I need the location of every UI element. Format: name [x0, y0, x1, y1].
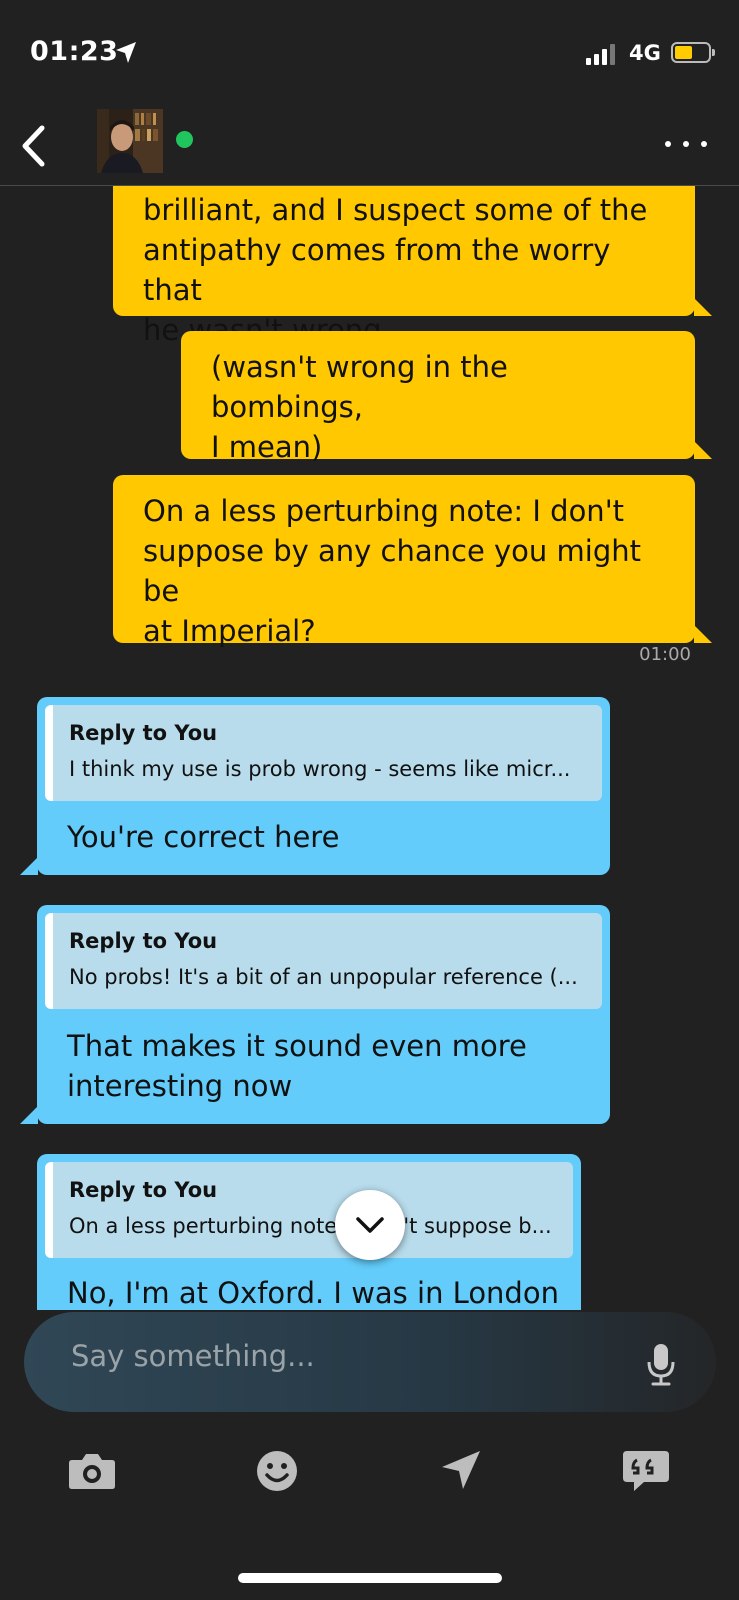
reply-quote[interactable]: Reply to You On a less perturbing note: … — [45, 1162, 573, 1258]
message-text-line: brilliant, and I suspect some of the — [143, 193, 648, 227]
online-status-indicator — [176, 131, 193, 148]
message-text-line: antipathy comes from the worry that — [143, 233, 611, 307]
message-text-line: interesting now — [67, 1069, 293, 1103]
location-arrow-icon — [116, 42, 136, 63]
emoji-icon[interactable] — [249, 1446, 305, 1496]
chat-toolbar — [0, 1440, 739, 1510]
message-text-line: That makes it sound even more — [67, 1029, 527, 1063]
message-incoming[interactable]: Reply to You No probs! It's a bit of an … — [20, 905, 610, 1124]
reply-quote-title: Reply to You — [69, 1178, 218, 1202]
message-incoming[interactable]: Reply to You On a less perturbing note: … — [37, 1154, 581, 1310]
message-outgoing[interactable]: (wasn't wrong in the bombings, I mean) — [181, 331, 712, 464]
status-time: 01:23 — [30, 36, 119, 67]
home-indicator[interactable] — [238, 1573, 502, 1583]
message-text-line: at Imperial? — [143, 614, 316, 648]
cellular-signal-icon — [586, 43, 620, 65]
saved-phrases-icon[interactable] — [618, 1446, 674, 1496]
reply-quote-text: On a less perturbing note: I don't suppo… — [69, 1214, 552, 1238]
contact-avatar[interactable] — [97, 109, 163, 173]
message-text-line: You're correct here — [67, 820, 340, 854]
camera-icon[interactable] — [64, 1446, 120, 1496]
reply-quote-text: I think my use is prob wrong - seems lik… — [69, 757, 571, 781]
message-timestamp: 01:00 — [639, 644, 691, 665]
message-input[interactable]: Say something... — [71, 1339, 315, 1373]
reply-quote-title: Reply to You — [69, 721, 218, 745]
message-text-line: On a less perturbing note: I don't — [143, 494, 625, 528]
reply-quote-text: No probs! It's a bit of an unpopular ref… — [69, 965, 578, 989]
message-outgoing[interactable]: brilliant, and I suspect some of the ant… — [113, 186, 712, 347]
microphone-icon[interactable] — [646, 1342, 676, 1386]
reply-quote[interactable]: Reply to You No probs! It's a bit of an … — [45, 913, 602, 1009]
reply-quote-title: Reply to You — [69, 929, 218, 953]
message-text-line: (wasn't wrong in the bombings, — [211, 350, 508, 424]
chevron-down-icon — [356, 1217, 384, 1233]
status-bar: 01:23 4G — [0, 0, 739, 105]
scroll-to-bottom-button[interactable] — [335, 1190, 405, 1260]
chat-header — [0, 105, 739, 186]
message-composer[interactable]: Say something... — [24, 1312, 716, 1412]
location-share-icon[interactable] — [434, 1446, 490, 1496]
more-options-button[interactable] — [663, 137, 709, 153]
chat-messages[interactable]: brilliant, and I suspect some of the ant… — [0, 186, 739, 1310]
message-outgoing[interactable]: On a less perturbing note: I don't suppo… — [113, 475, 712, 648]
message-incoming[interactable]: Reply to You I think my use is prob wron… — [20, 697, 610, 875]
network-type: 4G — [629, 41, 661, 65]
battery-icon — [671, 42, 715, 63]
message-text-line: I mean) — [211, 430, 323, 464]
message-text-line: No, I'm at Oxford. I was in London — [67, 1276, 559, 1310]
reply-quote[interactable]: Reply to You I think my use is prob wron… — [45, 705, 602, 801]
message-text-line: suppose by any chance you might be — [143, 534, 641, 608]
back-button[interactable] — [14, 119, 54, 173]
